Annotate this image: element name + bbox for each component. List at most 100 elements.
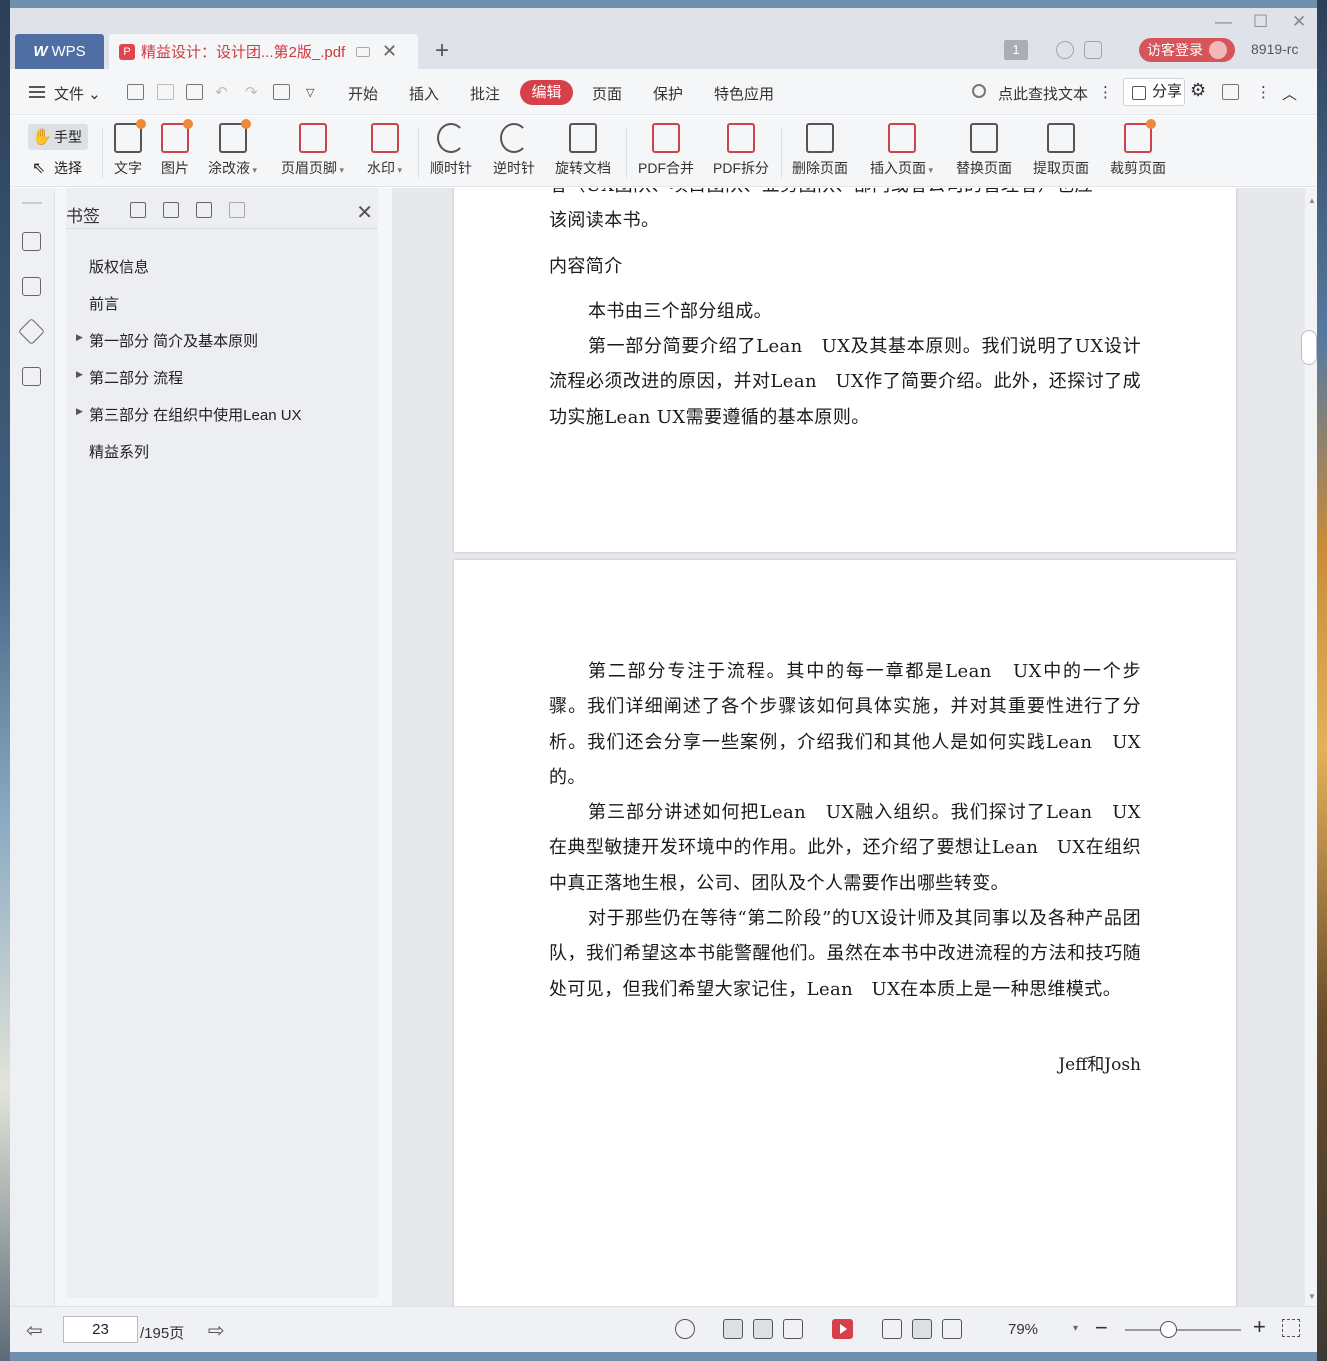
zoom-slider-handle[interactable]	[1160, 1321, 1177, 1338]
zoom-in-icon[interactable]: +	[1253, 1314, 1266, 1340]
actual-size-icon[interactable]	[882, 1319, 902, 1339]
next-page-icon[interactable]: ⇨	[208, 1318, 225, 1343]
document-tab-title: 精益设计：设计团...第2版_.pdf	[141, 44, 346, 61]
page1-heading: 内容简介	[549, 255, 623, 277]
expand-arrow-icon[interactable]: ▶	[76, 332, 83, 343]
search-icon[interactable]	[972, 84, 986, 98]
menu-insert[interactable]: 插入	[409, 83, 439, 104]
eye-protection-icon[interactable]	[675, 1319, 695, 1339]
print-icon[interactable]	[186, 84, 203, 100]
continuous-view-icon[interactable]	[723, 1319, 743, 1339]
zoom-out-icon[interactable]: −	[1095, 1315, 1108, 1341]
page2-paragraph-1: 第二部分专注于流程。其中的每一章都是Lean UX中的一个步骤。我们详细阐述了各…	[549, 661, 1141, 788]
correction-fluid-tool[interactable]: 涂改液	[208, 119, 257, 178]
scrollbar-thumb[interactable]	[1301, 330, 1317, 365]
rotate-document-tool[interactable]: 旋转文档	[555, 123, 611, 178]
more-vertical-icon[interactable]: ⋮	[1098, 83, 1113, 101]
wps-home-tab[interactable]: W WPS	[15, 34, 104, 69]
monitor-icon[interactable]	[356, 46, 370, 57]
two-page-view-icon[interactable]	[783, 1319, 803, 1339]
menu-protect[interactable]: 保护	[653, 83, 683, 104]
open-icon[interactable]	[127, 84, 144, 100]
menu-special[interactable]: 特色应用	[714, 83, 774, 104]
image-tool[interactable]: 图片	[161, 119, 193, 178]
minimize-icon[interactable]: —	[1215, 12, 1232, 32]
zoom-dropdown-icon[interactable]: ▾	[1073, 1323, 1078, 1334]
zoom-level[interactable]: 79%	[1008, 1321, 1038, 1338]
delete-page-tool[interactable]: 删除页面	[792, 123, 848, 178]
bookmark-preface[interactable]: 前言	[89, 293, 119, 314]
export-icon[interactable]	[273, 84, 290, 100]
find-text-button[interactable]: 点此查找文本	[998, 83, 1088, 104]
window-count-badge[interactable]: 1	[1004, 40, 1028, 60]
fullscreen-icon[interactable]	[1282, 1319, 1300, 1337]
insert-page-tool[interactable]: 插入页面	[870, 123, 933, 178]
menu-comment[interactable]: 批注	[470, 83, 500, 104]
scroll-down-icon[interactable]: ▼	[1308, 1292, 1316, 1301]
expand-arrow-icon[interactable]: ▶	[76, 369, 83, 380]
scroll-up-icon[interactable]: ▲	[1308, 196, 1316, 205]
document-view[interactable]: 者（UX团队、项目团队、业务团队、部门或者公司的管理者）也应 该阅读本书。 内容…	[392, 188, 1305, 1306]
play-slideshow-icon[interactable]	[832, 1319, 853, 1339]
maximize-icon[interactable]: ☐	[1253, 12, 1268, 32]
hand-tool-button[interactable]: ✋ 手型	[28, 124, 88, 150]
hamburger-menu-icon[interactable]	[29, 86, 45, 98]
more-options-icon[interactable]: ⋮	[1256, 83, 1271, 101]
expand-arrow-icon[interactable]: ▶	[76, 406, 83, 417]
collapse-ribbon-icon[interactable]: ︿	[1282, 83, 1297, 104]
close-tab-icon[interactable]: ✕	[382, 41, 397, 62]
annotation-icon[interactable]	[18, 318, 45, 345]
bookmark-part-3[interactable]: ▶ 第三部分 在组织中使用Lean UX	[76, 404, 302, 425]
expand-all-icon[interactable]	[130, 202, 146, 218]
version-label: 8919-rc	[1251, 41, 1299, 57]
extract-page-tool[interactable]: 提取页面	[1033, 123, 1089, 178]
collapse-all-icon[interactable]	[163, 202, 179, 218]
text-tool[interactable]: 文字	[114, 119, 146, 178]
shirt-icon[interactable]	[1084, 41, 1102, 59]
single-page-view-icon[interactable]	[753, 1319, 773, 1339]
zoom-slider-track[interactable]	[1125, 1329, 1241, 1331]
pdf-split-tool[interactable]: PDF拆分	[713, 123, 769, 178]
visitor-login-button[interactable]: 访客登录	[1139, 38, 1235, 62]
watermark-tool[interactable]: 水印	[367, 123, 402, 178]
bookmark-copyright[interactable]: 版权信息	[89, 256, 149, 277]
undo-icon[interactable]: ↶	[215, 83, 228, 101]
fit-page-icon[interactable]	[912, 1319, 932, 1339]
quick-access-more-icon[interactable]: ▽	[306, 86, 314, 99]
crop-page-tool[interactable]: 裁剪页面	[1110, 119, 1166, 178]
settings-gear-icon[interactable]: ⚙	[1190, 80, 1206, 101]
menu-page[interactable]: 页面	[592, 83, 622, 104]
share-button[interactable]: 分享	[1123, 78, 1185, 106]
skin-icon[interactable]	[1056, 41, 1074, 59]
bookmark-settings-icon[interactable]	[229, 202, 245, 218]
save-icon[interactable]	[157, 84, 174, 100]
bookmark-part-1[interactable]: ▶ 第一部分 简介及基本原则	[76, 330, 258, 351]
file-menu[interactable]: 文件 ⌄	[54, 83, 101, 104]
thumbnail-icon[interactable]	[22, 277, 41, 296]
redo-icon[interactable]: ↷	[245, 83, 258, 101]
comment-icon[interactable]	[1222, 84, 1239, 100]
title-bar: W WPS P 精益设计：设计团...第2版_.pdf ✕ + 1 访客登录 89…	[10, 8, 1317, 69]
add-bookmark-icon[interactable]	[196, 202, 212, 218]
close-panel-icon[interactable]: ✕	[356, 200, 373, 225]
document-tab[interactable]: P 精益设计：设计团...第2版_.pdf ✕	[109, 34, 418, 69]
replace-page-tool[interactable]: 替换页面	[956, 123, 1012, 178]
header-footer-tool[interactable]: 页眉页脚	[281, 123, 344, 178]
bookmark-part-2[interactable]: ▶ 第二部分 流程	[76, 367, 183, 388]
page-number-input[interactable]: 23	[63, 1316, 138, 1343]
previous-page-icon[interactable]: ⇦	[26, 1318, 43, 1343]
rotate-counterclockwise-icon	[500, 123, 528, 153]
fit-width-icon[interactable]	[942, 1319, 962, 1339]
new-tab-button[interactable]: +	[435, 37, 449, 65]
select-tool-button[interactable]: ⇖ 选择	[32, 158, 82, 178]
edit-toolbar: ✋手型 ⇖选择 文字 图片 涂改液 页眉页脚 水印 顺时针 逆时针 旋转文档 P…	[10, 116, 1317, 187]
outline-icon[interactable]	[22, 232, 41, 251]
pdf-merge-tool[interactable]: PDF合并	[638, 123, 694, 178]
menu-start[interactable]: 开始	[348, 83, 378, 104]
close-window-icon[interactable]: ✕	[1292, 12, 1306, 32]
rotate-counterclockwise-tool[interactable]: 逆时针	[493, 123, 535, 178]
bookmark-lean-series[interactable]: 精益系列	[89, 441, 149, 462]
signature-icon[interactable]	[22, 367, 41, 386]
rotate-clockwise-tool[interactable]: 顺时针	[430, 123, 472, 178]
menu-edit[interactable]: 编辑	[520, 80, 573, 105]
